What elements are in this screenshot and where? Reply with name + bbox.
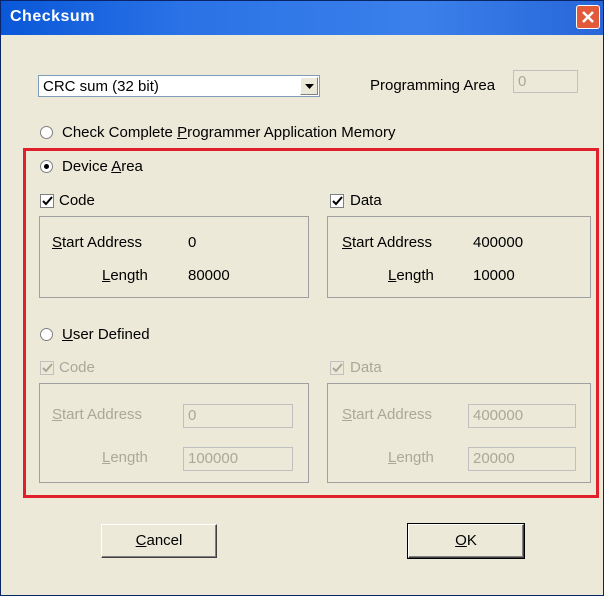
highlight-frame xyxy=(23,148,599,498)
programming-area-field: 0 xyxy=(513,70,578,93)
checksum-dialog: Checksum CRC sum (32 bit) Programming Ar… xyxy=(0,0,604,596)
checksum-type-value: CRC sum (32 bit) xyxy=(43,78,159,95)
complete-memory-radio[interactable] xyxy=(40,126,53,139)
dropdown-arrow-icon xyxy=(305,84,314,89)
window-title: Checksum xyxy=(10,8,95,25)
close-button[interactable] xyxy=(576,5,600,29)
cancel-button[interactable]: Cancel xyxy=(101,524,217,558)
programming-area-label: Programming Area xyxy=(370,77,496,94)
title-bar[interactable]: Checksum xyxy=(1,1,603,35)
complete-memory-label: Check Complete Programmer Application Me… xyxy=(62,124,396,141)
dropdown-button[interactable] xyxy=(300,77,318,95)
close-icon xyxy=(582,11,594,23)
checksum-type-select[interactable]: CRC sum (32 bit) xyxy=(38,75,320,97)
ok-button[interactable]: OK xyxy=(407,523,525,559)
